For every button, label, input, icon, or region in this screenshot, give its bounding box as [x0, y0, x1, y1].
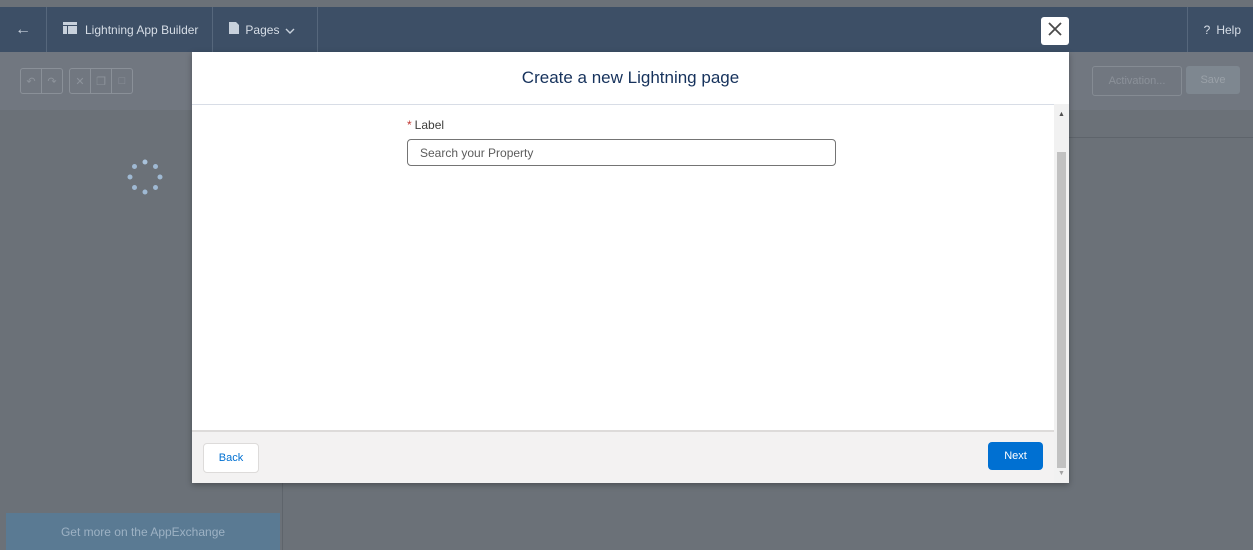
- history-tools: ↶ ↷: [20, 68, 63, 94]
- help-button[interactable]: ? Help: [1186, 7, 1253, 52]
- undo-button[interactable]: ↶: [21, 69, 42, 93]
- close-icon: [1047, 21, 1063, 42]
- scroll-down-arrow[interactable]: ▼: [1054, 467, 1069, 479]
- clipboard-tools: ✕ ❐ □: [69, 68, 133, 94]
- back-button[interactable]: ←: [0, 7, 47, 52]
- chevron-down-icon: [285, 23, 295, 37]
- modal-scrollbar[interactable]: ▲ ▼: [1054, 104, 1069, 483]
- redo-button[interactable]: ↷: [42, 69, 62, 93]
- modal-title: Create a new Lightning page: [192, 52, 1069, 105]
- activation-button[interactable]: Activation...: [1092, 66, 1182, 96]
- loading-spinner-icon: [125, 157, 165, 197]
- edit-tools: ↶ ↷ ✕ ❐ □: [20, 68, 133, 94]
- undo-icon: ↶: [26, 75, 36, 88]
- app-builder-icon: [63, 22, 77, 37]
- required-marker: *: [407, 118, 412, 132]
- close-modal-button[interactable]: [1041, 17, 1069, 45]
- label-field-label: * Label: [407, 118, 444, 132]
- app-title: Lightning App Builder: [47, 7, 214, 52]
- help-label: Help: [1216, 22, 1241, 37]
- copy-icon: ❐: [96, 75, 106, 88]
- next-button[interactable]: Next: [988, 442, 1043, 470]
- appexchange-link[interactable]: Get more on the AppExchange: [6, 513, 280, 550]
- redo-icon: ↷: [47, 75, 57, 88]
- cut-button[interactable]: ✕: [70, 69, 91, 93]
- scroll-thumb[interactable]: [1057, 152, 1066, 468]
- cut-icon: ✕: [75, 75, 85, 88]
- page-icon: [229, 22, 240, 37]
- help-icon: ?: [1203, 22, 1211, 37]
- scroll-up-arrow[interactable]: ▲: [1054, 108, 1069, 120]
- copy-button[interactable]: ❐: [91, 69, 112, 93]
- label-field-text: Label: [414, 118, 445, 132]
- app-title-text: Lightning App Builder: [85, 22, 199, 37]
- pages-menu-label: Pages: [245, 22, 280, 37]
- back-button[interactable]: Back: [203, 443, 259, 473]
- paste-button[interactable]: □: [112, 69, 132, 93]
- label-input[interactable]: [407, 139, 836, 166]
- save-button[interactable]: Save: [1186, 66, 1240, 94]
- pages-menu[interactable]: Pages: [213, 7, 319, 52]
- back-arrow-icon: ←: [15, 20, 31, 38]
- new-page-modal: Create a new Lightning page *Label ▲ ▼ B…: [192, 52, 1069, 483]
- paste-icon: □: [118, 75, 126, 87]
- modal-footer: Back Next: [192, 430, 1054, 483]
